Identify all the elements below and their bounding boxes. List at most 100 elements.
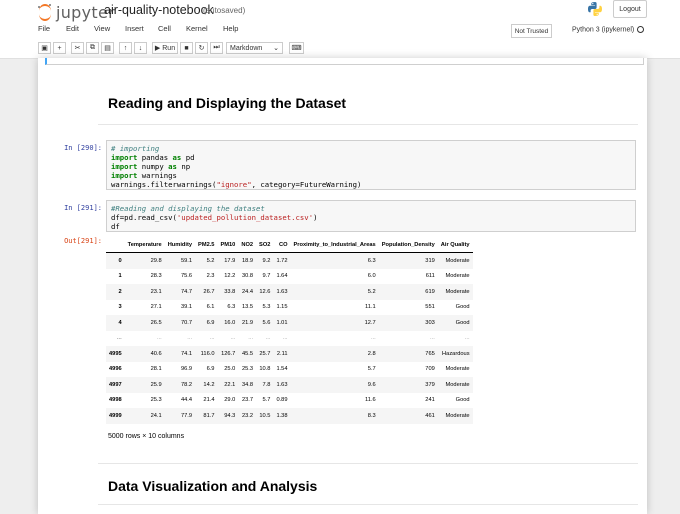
table-cell: 21.9 bbox=[241, 319, 254, 326]
table-cell: 29.0 bbox=[224, 397, 236, 404]
table-cell: 10.8 bbox=[259, 366, 271, 373]
table-cell: 6.3 bbox=[367, 257, 376, 264]
table-row: 3 27.1 39.1 6.1 6.3 13.5 5.3 1.15 11.1 551 Good bbox=[106, 300, 473, 316]
table-cell: ... bbox=[282, 335, 288, 342]
stop-icon: ■ bbox=[184, 44, 189, 52]
table-cell: 29.8 bbox=[150, 257, 162, 264]
table-cell: 9.7 bbox=[262, 273, 271, 280]
table-cell: 40.6 bbox=[150, 350, 162, 357]
table-cell: 1.01 bbox=[276, 319, 288, 326]
menu-view[interactable]: View bbox=[94, 24, 125, 38]
divider bbox=[98, 504, 638, 505]
table-cell: 765 bbox=[425, 350, 435, 357]
table-cell: 14.2 bbox=[203, 381, 215, 388]
divider bbox=[98, 124, 638, 125]
table-cell: ... bbox=[187, 335, 193, 342]
column-header: SO2 bbox=[256, 237, 274, 253]
table-cell: 77.9 bbox=[180, 412, 193, 419]
cell-type-select[interactable]: Markdown ⌄ bbox=[226, 42, 283, 54]
selected-cell-bottom[interactable] bbox=[45, 58, 644, 65]
table-cell: 6.9 bbox=[206, 319, 215, 326]
table-cell: 21.4 bbox=[203, 397, 215, 404]
move-up-button[interactable]: ↑ bbox=[119, 42, 132, 54]
table-cell: 6.1 bbox=[206, 304, 215, 311]
table-cell: 6.3 bbox=[227, 304, 236, 311]
table-cell: ... bbox=[370, 335, 376, 342]
code-cell-read-csv[interactable]: #Reading and displaying the dataset df=p… bbox=[106, 200, 636, 232]
arrow-up-icon: ↑ bbox=[123, 44, 128, 52]
table-cell: 74.7 bbox=[180, 288, 193, 295]
insert-cell-button[interactable]: + bbox=[53, 42, 66, 54]
table-cell: ... bbox=[230, 335, 236, 342]
table-cell: 24.4 bbox=[241, 288, 254, 295]
table-cell: 1.72 bbox=[276, 257, 288, 264]
cut-button[interactable]: ✂ bbox=[71, 42, 84, 54]
table-cell: 11.6 bbox=[365, 397, 376, 404]
table-cell: Good bbox=[455, 319, 470, 326]
table-cell: 22.1 bbox=[224, 381, 236, 388]
table-cell: 26.7 bbox=[203, 288, 215, 295]
table-row: 4 26.5 70.7 6.9 16.0 21.9 5.6 1.01 12.7 303 Good bbox=[106, 315, 473, 331]
table-cell: ... bbox=[430, 335, 435, 342]
interrupt-button[interactable]: ■ bbox=[180, 42, 193, 54]
row-index: 3 bbox=[118, 304, 122, 311]
jupyter-logo-icon bbox=[38, 4, 52, 21]
table-cell: 8.3 bbox=[367, 412, 376, 419]
row-index: 4 bbox=[118, 319, 122, 326]
menu-insert[interactable]: Insert bbox=[125, 24, 158, 38]
table-cell: 709 bbox=[425, 366, 435, 373]
move-down-button[interactable]: ↓ bbox=[134, 42, 147, 54]
column-header: Population_Density bbox=[378, 237, 438, 253]
menu-help[interactable]: Help bbox=[223, 24, 247, 38]
table-cell: 619 bbox=[425, 288, 435, 295]
restart-button[interactable]: ↻ bbox=[195, 42, 208, 54]
table-cell: 24.1 bbox=[150, 412, 162, 419]
table-cell: 126.7 bbox=[221, 350, 236, 357]
autosave-status: (autosaved) bbox=[203, 6, 246, 15]
run-button[interactable]: ▶ Run bbox=[152, 42, 178, 54]
logout-button[interactable]: Logout bbox=[613, 0, 647, 18]
table-row: 4995 40.6 74.1 116.0 126.7 45.5 25.7 2.11 2.8 765… bbox=[106, 346, 473, 362]
table-cell: 5.7 bbox=[262, 397, 271, 404]
table-cell: 6.0 bbox=[367, 273, 376, 280]
notebook-name[interactable]: air-quality-notebook bbox=[104, 3, 214, 17]
kernel-indicator: Python 3 (ipykernel) bbox=[572, 26, 645, 33]
row-index: ... bbox=[116, 335, 122, 342]
copy-button[interactable]: ⧉ bbox=[86, 42, 99, 54]
paste-button[interactable]: ▤ bbox=[101, 42, 114, 54]
restart-icon: ↻ bbox=[198, 45, 205, 52]
command-palette-button[interactable]: ⌨ bbox=[289, 42, 304, 54]
table-cell: 1.15 bbox=[276, 304, 288, 311]
table-cell: 1.54 bbox=[276, 366, 288, 373]
table-cell: 75.6 bbox=[180, 273, 193, 280]
column-header: PM2.5 bbox=[195, 237, 218, 253]
table-cell: 241 bbox=[425, 397, 435, 404]
table-cell: ... bbox=[464, 335, 470, 342]
menu-cell[interactable]: Cell bbox=[158, 24, 186, 38]
table-cell: Moderate bbox=[445, 412, 470, 419]
table-cell: Good bbox=[455, 304, 470, 311]
table-cell: 23.7 bbox=[241, 397, 254, 404]
code-cell-imports[interactable]: # importing import pandas as pd import n… bbox=[106, 140, 636, 190]
trust-status-button[interactable]: Not Trusted bbox=[511, 24, 552, 38]
python-logo-icon bbox=[588, 2, 602, 16]
restart-run-all-button[interactable]: ⏭ bbox=[210, 42, 223, 54]
table-cell: 1.64 bbox=[276, 273, 288, 280]
table-cell: 74.1 bbox=[180, 350, 193, 357]
kernel-name[interactable]: Python 3 (ipykernel) bbox=[572, 26, 634, 33]
table-cell: 45.5 bbox=[241, 350, 254, 357]
table-cell: Moderate bbox=[445, 288, 470, 295]
scissors-icon: ✂ bbox=[74, 45, 81, 52]
menu-kernel[interactable]: Kernel bbox=[186, 24, 223, 38]
row-index: 2 bbox=[118, 288, 122, 295]
save-button[interactable]: ▣ bbox=[38, 42, 51, 54]
table-cell: 1.38 bbox=[276, 412, 288, 419]
table-cell: 33.8 bbox=[224, 288, 236, 295]
table-cell: 25.7 bbox=[259, 350, 271, 357]
menu-file[interactable]: File bbox=[38, 24, 66, 38]
copy-icon: ⧉ bbox=[90, 44, 95, 51]
menu-edit[interactable]: Edit bbox=[66, 24, 94, 38]
row-index: 1 bbox=[118, 273, 122, 280]
table-cell: 23.1 bbox=[150, 288, 162, 295]
menu-bar: File Edit View Insert Cell Kernel Help bbox=[38, 24, 247, 38]
